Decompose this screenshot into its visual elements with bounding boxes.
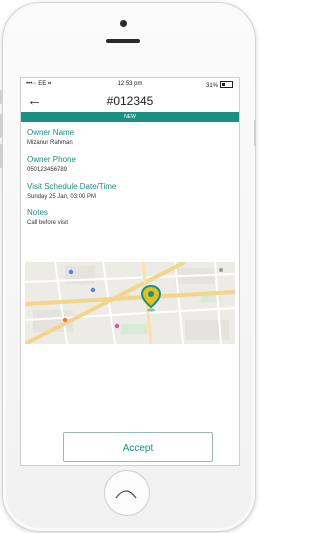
accept-button[interactable]: Accept <box>63 432 213 462</box>
map-graphic <box>25 262 235 344</box>
status-banner: NEW <box>21 112 239 122</box>
volume-up-button <box>0 114 2 138</box>
front-camera <box>120 20 127 27</box>
volume-down-button <box>0 144 2 168</box>
owner-name-label: Owner Name <box>27 128 75 137</box>
owner-phone-label: Owner Phone <box>27 155 76 164</box>
owner-name-value: Mizanur Rahman <box>27 140 73 146</box>
visit-schedule-section: Visit Schedule Date/Time Sunday 25 Jan, … <box>27 182 116 202</box>
notes-label: Notes <box>27 208 48 217</box>
owner-name-section: Owner Name Mizanur Rahman <box>27 128 74 148</box>
owner-phone-value[interactable]: 050123456789 <box>27 166 76 175</box>
owner-phone-section: Owner Phone 050123456789 <box>27 155 76 175</box>
battery-status: 31% <box>206 81 233 89</box>
notes-section: Notes Call before visit <box>27 208 68 228</box>
earpiece-speaker <box>106 39 140 43</box>
page-title: #012345 <box>106 94 154 108</box>
power-button <box>254 120 256 146</box>
battery-percent: 31% <box>205 83 218 89</box>
page-header: ← #012345 <box>21 92 239 112</box>
visit-schedule-value: Sunday 25 Jan, 03:00 PM <box>27 194 97 200</box>
status-bar: •••◦◦ EE ⌗ 12:53 pm 31% <box>21 78 239 92</box>
notes-value: Call before visit <box>27 220 69 226</box>
location-map[interactable] <box>25 262 235 344</box>
battery-fill <box>222 83 225 86</box>
mute-switch <box>0 90 2 104</box>
battery-icon <box>220 81 233 88</box>
app-screen: •••◦◦ EE ⌗ 12:53 pm 31% ← #012345 NEW Ow… <box>20 77 240 466</box>
home-arc-icon <box>115 490 137 499</box>
visit-schedule-label: Visit Schedule Date/Time <box>27 182 117 191</box>
